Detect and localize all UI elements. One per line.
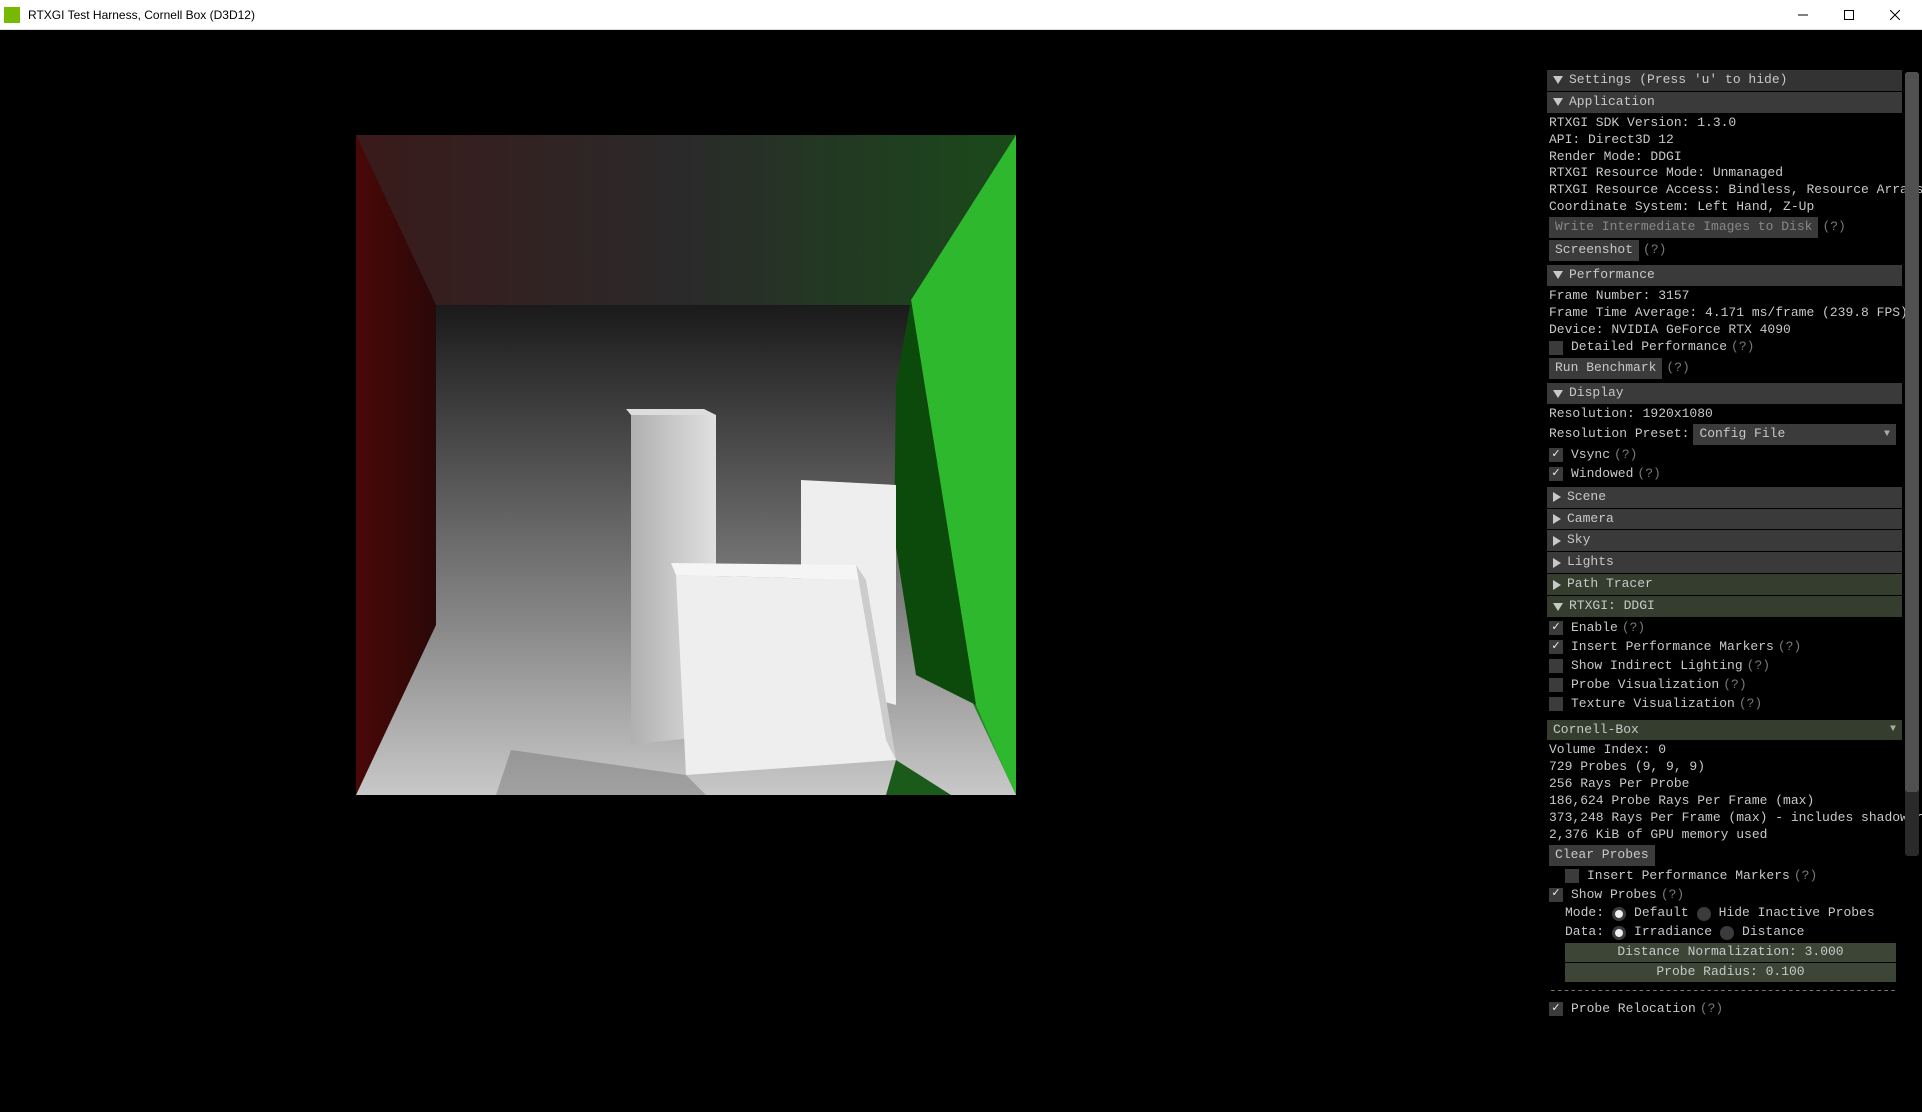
help-icon[interactable]: (?): [1731, 339, 1754, 356]
chevron-right-icon: [1553, 558, 1561, 568]
sdk-version: RTXGI SDK Version: 1.3.0: [1549, 115, 1896, 132]
volume-probes: 729 Probes (9, 9, 9): [1549, 759, 1896, 776]
volume-index: Volume Index: 0: [1549, 742, 1896, 759]
volume-rays: 256 Rays Per Probe: [1549, 776, 1896, 793]
chevron-down-icon: ▼: [1890, 723, 1896, 736]
clear-probes-button[interactable]: Clear Probes: [1549, 845, 1655, 866]
data-dist-radio[interactable]: [1720, 926, 1734, 940]
section-sky[interactable]: Sky: [1547, 530, 1902, 551]
scrollbar-thumb[interactable]: [1905, 72, 1919, 792]
chevron-down-icon: [1553, 390, 1563, 398]
volume-total-rays: 373,248 Rays Per Frame (max) - includes …: [1549, 810, 1896, 827]
section-camera[interactable]: Camera: [1547, 509, 1902, 530]
separator: ----------------------------------------…: [1549, 983, 1896, 1000]
screenshot-button[interactable]: Screenshot: [1549, 240, 1639, 261]
help-icon[interactable]: (?): [1700, 1001, 1723, 1018]
chevron-right-icon: [1553, 492, 1561, 502]
help-icon[interactable]: (?): [1614, 447, 1637, 464]
volume-probe-rays: 186,624 Probe Rays Per Frame (max): [1549, 793, 1896, 810]
section-display[interactable]: Display: [1547, 383, 1902, 404]
windowed-checkbox[interactable]: [1549, 467, 1563, 481]
app-icon: [4, 7, 20, 23]
help-icon[interactable]: (?): [1739, 696, 1762, 713]
window-title: RTXGI Test Harness, Cornell Box (D3D12): [28, 8, 1780, 22]
help-icon[interactable]: (?): [1637, 466, 1660, 483]
resolution-preset-combo[interactable]: Config File▼: [1693, 424, 1896, 445]
benchmark-button[interactable]: Run Benchmark: [1549, 358, 1662, 379]
close-button[interactable]: [1872, 0, 1918, 30]
chevron-right-icon: [1553, 580, 1561, 590]
help-icon[interactable]: (?): [1747, 658, 1770, 675]
distance-norm-slider[interactable]: Distance Normalization: 3.000: [1565, 943, 1896, 962]
section-path-tracer[interactable]: Path Tracer: [1547, 574, 1902, 595]
chevron-down-icon: [1553, 76, 1563, 84]
section-lights[interactable]: Lights: [1547, 552, 1902, 573]
vol-markers-checkbox[interactable]: [1565, 869, 1579, 883]
probe-radius-slider[interactable]: Probe Radius: 0.100: [1565, 963, 1896, 982]
frame-number: Frame Number: 3157: [1549, 288, 1896, 305]
volume-mem: 2,376 KiB of GPU memory used: [1549, 827, 1896, 844]
render-output: [356, 135, 1016, 795]
chevron-down-icon: [1553, 271, 1563, 279]
ddgi-indirect-checkbox[interactable]: [1549, 659, 1563, 673]
chevron-down-icon: [1553, 603, 1563, 611]
volume-combo[interactable]: Cornell-Box▼: [1547, 720, 1902, 741]
ddgi-probevis-checkbox[interactable]: [1549, 678, 1563, 692]
viewport[interactable]: [0, 30, 1062, 1112]
ddgi-enable-checkbox[interactable]: [1549, 621, 1563, 635]
help-icon[interactable]: (?): [1723, 677, 1746, 694]
api-label: API: Direct3D 12: [1549, 132, 1896, 149]
section-scene[interactable]: Scene: [1547, 487, 1902, 508]
device: Device: NVIDIA GeForce RTX 4090: [1549, 322, 1896, 339]
ddgi-markers-checkbox[interactable]: [1549, 640, 1563, 654]
mode-default-radio[interactable]: [1612, 907, 1626, 921]
write-images-button[interactable]: Write Intermediate Images to Disk: [1549, 217, 1818, 238]
help-icon[interactable]: (?): [1643, 242, 1666, 259]
show-probes-checkbox[interactable]: [1549, 888, 1563, 902]
section-ddgi[interactable]: RTXGI: DDGI: [1547, 596, 1902, 617]
help-icon[interactable]: (?): [1622, 620, 1645, 637]
help-icon[interactable]: (?): [1794, 868, 1817, 885]
section-application[interactable]: Application: [1547, 92, 1902, 113]
help-icon[interactable]: (?): [1778, 639, 1801, 656]
coordinate-system: Coordinate System: Left Hand, Z-Up: [1549, 199, 1896, 216]
settings-header[interactable]: Settings (Press 'u' to hide): [1547, 70, 1902, 91]
help-icon[interactable]: (?): [1666, 360, 1689, 377]
resource-access: RTXGI Resource Access: Bindless, Resourc…: [1549, 182, 1896, 199]
chevron-down-icon: [1553, 98, 1563, 106]
resolution: Resolution: 1920x1080: [1549, 406, 1896, 423]
data-irr-radio[interactable]: [1612, 926, 1626, 940]
chevron-right-icon: [1553, 536, 1561, 546]
help-icon[interactable]: (?): [1661, 887, 1684, 904]
mode-hide-radio[interactable]: [1697, 907, 1711, 921]
detailed-perf-checkbox[interactable]: [1549, 341, 1563, 355]
render-mode: Render Mode: DDGI: [1549, 149, 1896, 166]
vsync-checkbox[interactable]: [1549, 448, 1563, 462]
maximize-button[interactable]: [1826, 0, 1872, 30]
probe-reloc-checkbox[interactable]: [1549, 1002, 1563, 1016]
help-icon[interactable]: (?): [1822, 219, 1845, 236]
frame-time: Frame Time Average: 4.171 ms/frame (239.…: [1549, 305, 1896, 322]
section-performance[interactable]: Performance: [1547, 265, 1902, 286]
resource-mode: RTXGI Resource Mode: Unmanaged: [1549, 165, 1896, 182]
minimize-button[interactable]: [1780, 0, 1826, 30]
ddgi-texvis-checkbox[interactable]: [1549, 697, 1563, 711]
chevron-right-icon: [1553, 514, 1561, 524]
chevron-down-icon: ▼: [1884, 428, 1890, 441]
